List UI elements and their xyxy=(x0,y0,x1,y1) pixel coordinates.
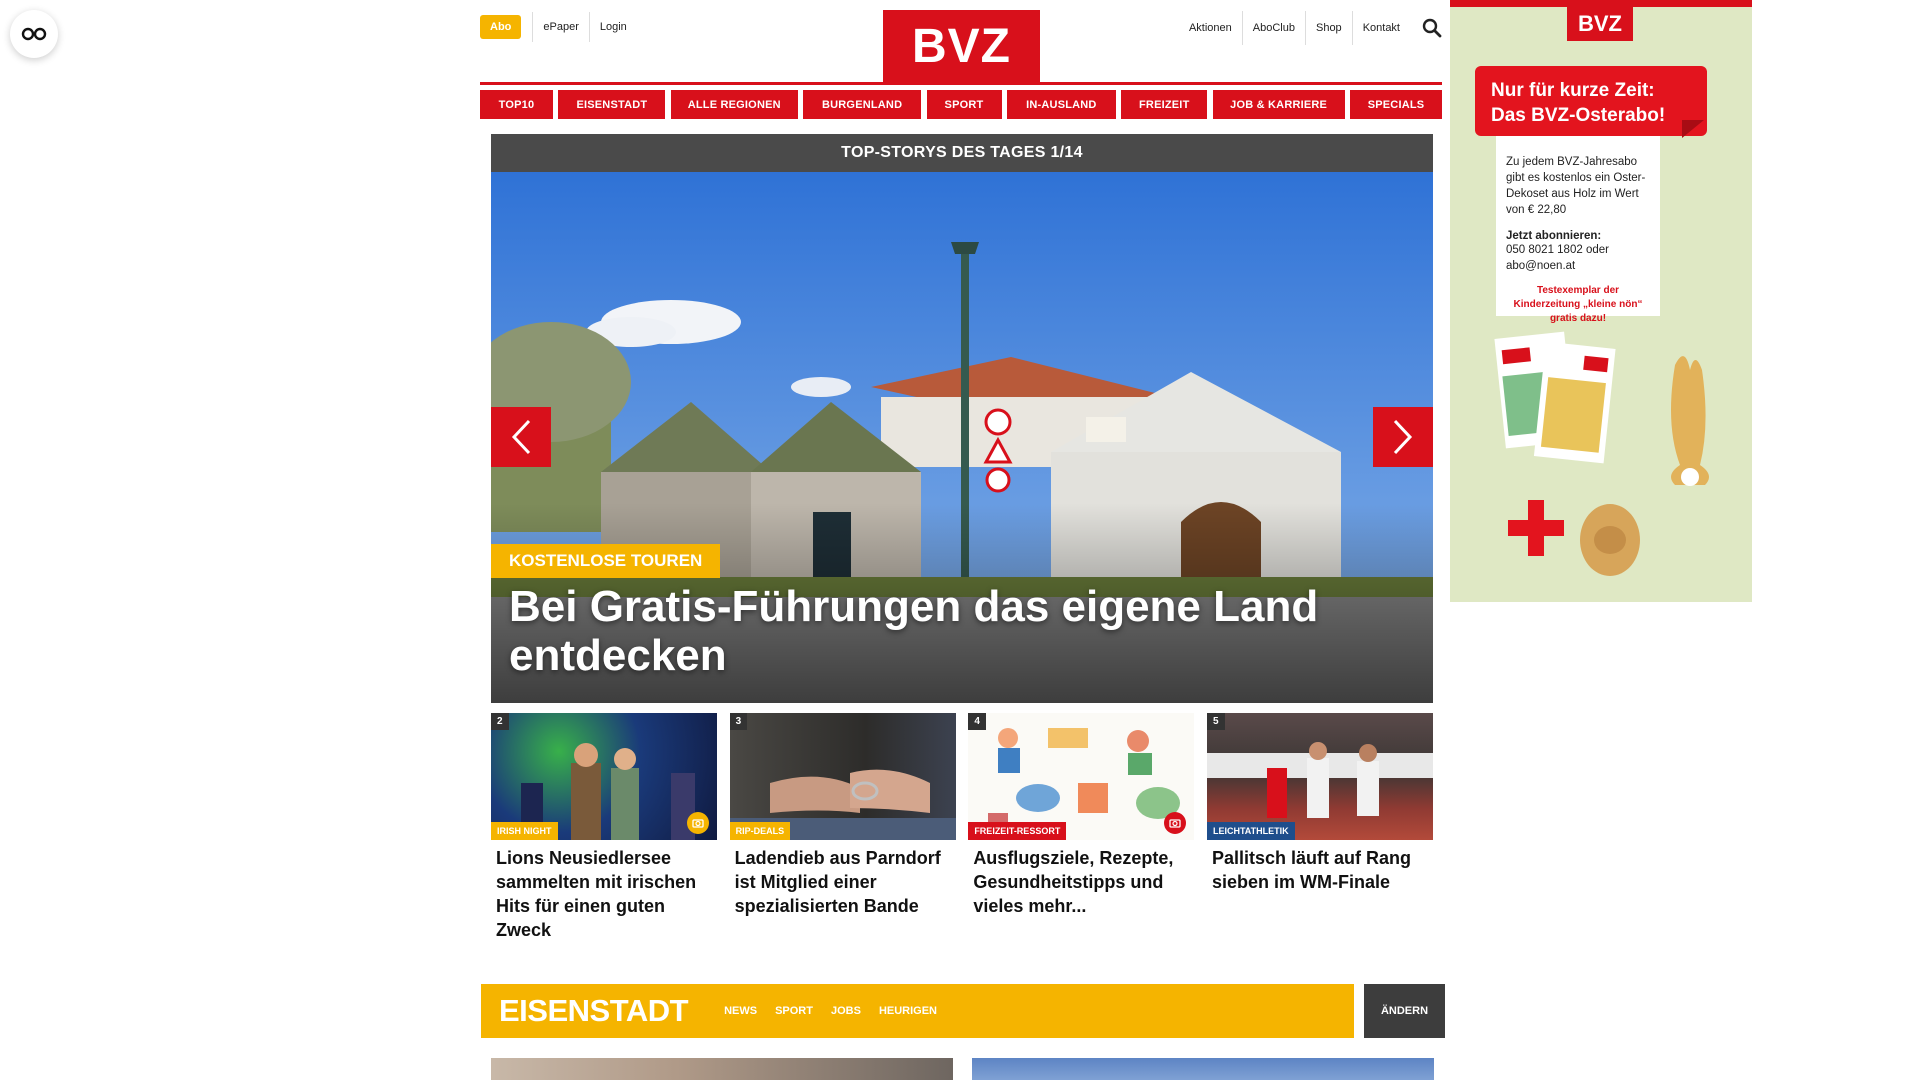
header-divider xyxy=(480,82,1442,85)
chevron-right-icon xyxy=(1393,419,1413,455)
ad-contact: 050 8021 1802 oder abo@noen.at xyxy=(1506,244,1609,272)
nav-item-specials[interactable]: SPECIALS xyxy=(1350,90,1442,119)
teaser-card[interactable]: 2 IRISH NIGHT Lions Neusiedlersee sammel… xyxy=(491,713,717,953)
article-image[interactable] xyxy=(972,1058,1434,1080)
teaser-card[interactable]: 5 LEICHTATHLETIK Pallitsch läuft auf Ran… xyxy=(1206,713,1433,953)
nav-item-burgenland[interactable]: BURGENLAND xyxy=(803,90,922,119)
search-icon[interactable] xyxy=(1410,11,1442,45)
ad-headline: Nur für kurze Zeit: Das BVZ-Osterabo! xyxy=(1475,66,1707,136)
nav-item-top10[interactable]: TOP10 xyxy=(480,90,553,119)
nav-item-freizeit[interactable]: FREIZEIT xyxy=(1121,90,1208,119)
abo-button[interactable]: Abo xyxy=(480,15,522,39)
ad-top-line xyxy=(1450,0,1752,7)
teaser-title[interactable]: Lions Neusiedlersee sammelten mit irisch… xyxy=(491,840,717,942)
ad-promo: Testexemplar der Kinderzeitung „kleine n… xyxy=(1513,285,1643,324)
article-image[interactable] xyxy=(491,1058,953,1080)
teaser-tag: LEICHTATHLETIK xyxy=(1206,822,1295,840)
teaser-number: 5 xyxy=(1206,713,1225,730)
teaser-image[interactable]: 4 FREIZEIT-RESSORT xyxy=(968,713,1195,840)
nav-item-eisenstadt[interactable]: EISENSTADT xyxy=(558,90,666,119)
shop-link[interactable]: Shop xyxy=(1304,11,1352,45)
teaser-tag: IRISH NIGHT xyxy=(491,822,558,840)
teaser-image[interactable]: 5 LEICHTATHLETIK xyxy=(1206,713,1433,840)
teaser-number: 2 xyxy=(491,713,509,730)
ad-headline-line-2: Das BVZ-Osterabo! xyxy=(1491,105,1666,126)
epaper-link[interactable]: ePaper xyxy=(532,12,588,42)
ad-logo: BVZ xyxy=(1567,7,1633,41)
aktionen-link[interactable]: Aktionen xyxy=(1179,11,1242,45)
teaser-image[interactable]: 2 IRISH NIGHT xyxy=(491,713,717,840)
glasses-icon xyxy=(21,27,47,41)
header-left-links: Abo ePaper Login xyxy=(480,12,637,42)
slider-prev-button[interactable] xyxy=(491,407,551,467)
region-link-sport[interactable]: SPORT xyxy=(775,1005,813,1017)
teaser-number: 3 xyxy=(729,713,748,730)
teaser-number: 4 xyxy=(968,713,986,730)
hero-kicker[interactable]: KOSTENLOSE TOUREN xyxy=(491,544,721,578)
site-logo[interactable]: BVZ xyxy=(883,10,1040,82)
ad-cta: Jetzt abonnieren: xyxy=(1506,230,1602,242)
camera-icon xyxy=(687,812,709,834)
region-link-jobs[interactable]: JOBS xyxy=(831,1005,861,1017)
teaser-card[interactable]: 3 RIP-DEALS Ladendieb aus Parndorf ist M… xyxy=(729,713,956,953)
slider-header: TOP-STORYS DES TAGES 1/14 xyxy=(491,134,1433,172)
hero-title[interactable]: Bei Gratis-Führungen das eigene Land ent… xyxy=(509,582,1409,680)
ad-text-panel: Zu jedem BVZ-Jahresabo gibt es kostenlos… xyxy=(1496,136,1660,324)
region-title[interactable]: EISENSTADT xyxy=(481,993,689,1029)
region-link-heurigen[interactable]: HEURIGEN xyxy=(879,1005,937,1017)
ad-body: Zu jedem BVZ-Jahresabo gibt es kostenlos… xyxy=(1506,156,1646,216)
region-bar: EISENSTADT NEWS SPORT JOBS HEURIGEN xyxy=(481,984,1354,1038)
ad-illustration xyxy=(1494,331,1709,576)
teaser-card[interactable]: 4 FREIZEIT-RESSORT Ausflugsziele, Rezept… xyxy=(968,713,1195,953)
page: Abo ePaper Login BVZ Aktionen AboClub Sh… xyxy=(0,0,1920,1080)
nav-item-alle-regionen[interactable]: ALLE REGIONEN xyxy=(670,90,798,119)
nav-item-job-karriere[interactable]: JOB & KARRIERE xyxy=(1212,90,1345,119)
teaser-title[interactable]: Pallitsch läuft auf Rang sieben im WM-Fi… xyxy=(1207,840,1433,894)
teaser-tag: RIP-DEALS xyxy=(729,822,791,840)
accessibility-glasses-button[interactable] xyxy=(10,10,58,58)
top-story-slider: TOP-STORYS DES TAGES 1/14 KOSTENLOSE TOU… xyxy=(491,134,1433,703)
ad-headline-line-1: Nur für kurze Zeit: xyxy=(1491,80,1655,101)
ad-banner-fold xyxy=(1682,120,1704,138)
header-right-links: Aktionen AboClub Shop Kontakt xyxy=(1179,10,1442,46)
teaser-row: 2 IRISH NIGHT Lions Neusiedlersee sammel… xyxy=(491,713,1433,953)
slider-next-button[interactable] xyxy=(1373,407,1433,467)
kontakt-link[interactable]: Kontakt xyxy=(1351,11,1410,45)
advertisement[interactable]: BVZ Zu jedem BVZ-Jahresabo gibt es koste… xyxy=(1450,0,1752,602)
teaser-tag: FREIZEIT-RESSORT xyxy=(968,822,1067,840)
site-header: Abo ePaper Login BVZ Aktionen AboClub Sh… xyxy=(480,0,1442,82)
change-region-button[interactable]: ÄNDERN xyxy=(1364,984,1445,1038)
teaser-image[interactable]: 3 RIP-DEALS xyxy=(729,713,956,840)
nav-item-in-ausland[interactable]: IN-AUSLAND xyxy=(1006,90,1116,119)
teaser-title[interactable]: Ladendieb aus Parndorf ist Mitglied eine… xyxy=(730,840,956,918)
aboclub-link[interactable]: AboClub xyxy=(1241,11,1305,45)
main-nav: TOP10 EISENSTADT ALLE REGIONEN BURGENLAN… xyxy=(480,90,1442,120)
chevron-left-icon xyxy=(511,419,531,455)
region-link-news[interactable]: NEWS xyxy=(724,1005,757,1017)
teaser-title[interactable]: Ausflugsziele, Rezepte, Gesundheitstipps… xyxy=(968,840,1194,918)
login-link[interactable]: Login xyxy=(588,12,637,42)
nav-item-sport[interactable]: SPORT xyxy=(926,90,1002,119)
